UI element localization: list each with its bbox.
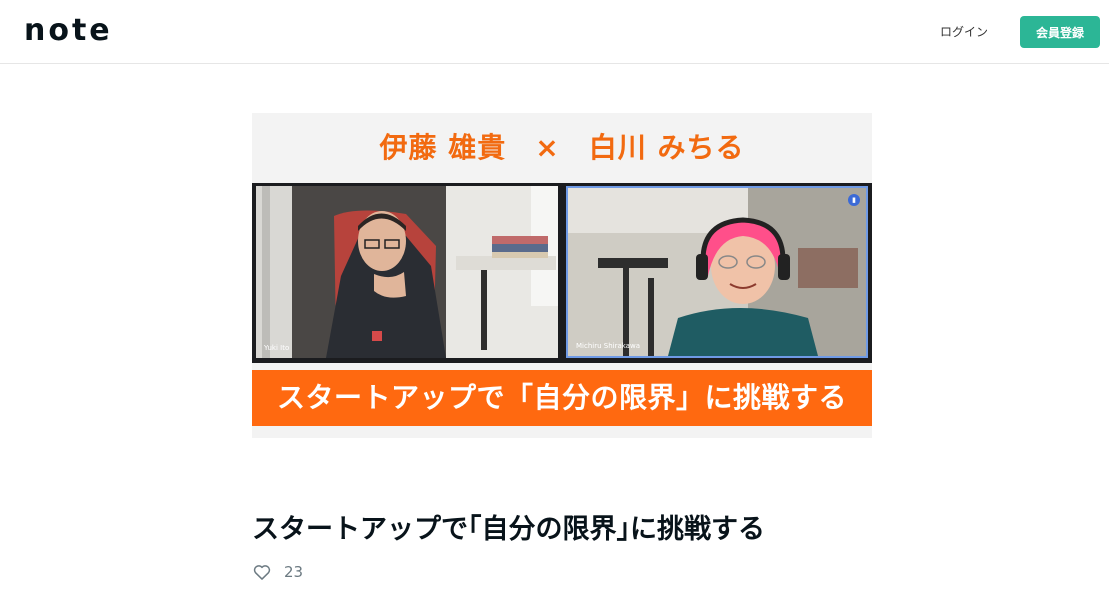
note-logo[interactable]: note xyxy=(24,16,113,46)
site-header: note ログイン 会員登録 xyxy=(0,0,1109,64)
person-photo-left xyxy=(256,186,558,358)
video-call-strip: Yuki Ito ▮ Michiru Shirakawa xyxy=(252,183,872,363)
video-panel-right: ▮ Michiru Shirakawa xyxy=(566,186,868,358)
eyecatch-headline: スタートアップで「自分の限界」に挑戦する xyxy=(252,370,872,426)
video-panel-left: Yuki Ito xyxy=(256,186,558,358)
participant-name-right: Michiru Shirakawa xyxy=(576,342,640,350)
like-button[interactable] xyxy=(252,562,272,582)
login-button[interactable]: ログイン xyxy=(930,18,998,46)
person-photo-right xyxy=(568,188,866,356)
article-title[interactable]: スタートアップで｢自分の限界｣に挑戦する xyxy=(252,510,765,550)
participant-name-left: Yuki Ito xyxy=(264,344,290,352)
heart-icon xyxy=(253,565,271,580)
article-eyecatch-image: 伊藤 雄貴 × 白川 みちる Yuki Ito ▮ Michiru Shirak… xyxy=(252,113,872,438)
signup-button[interactable]: 会員登録 xyxy=(1020,16,1100,48)
mic-icon: ▮ xyxy=(848,194,860,206)
like-count: 23 xyxy=(284,563,304,581)
like-section: 23 xyxy=(252,560,303,584)
eyecatch-names: 伊藤 雄貴 × 白川 みちる xyxy=(252,113,872,183)
